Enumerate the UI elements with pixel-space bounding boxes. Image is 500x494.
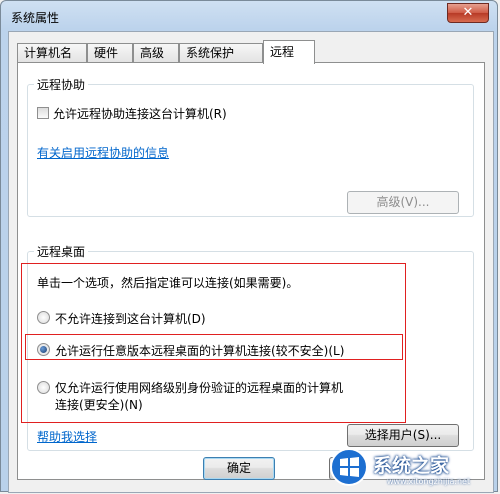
tab-remote[interactable]: 远程 [263, 40, 315, 64]
dialog-client: 计算机名 硬件 高级 系统保护 远程 远程协助 允许远程协助连接这台计算机(R)… [8, 31, 494, 493]
highlight-box-selected-option [25, 334, 403, 360]
window-title: 系统属性 [11, 11, 60, 25]
tab-advanced[interactable]: 高级 [133, 43, 179, 62]
close-button[interactable]: ✕ [447, 3, 489, 23]
system-properties-window: 系统属性 ✕ 计算机名 硬件 高级 系统保护 远程 远程协助 允许远程协助连接这… [0, 0, 498, 493]
advanced-button[interactable]: 高级(V)... [347, 191, 459, 214]
windows-logo-icon [330, 448, 368, 486]
ok-button[interactable]: 确定 [203, 457, 275, 480]
watermark-url: www.xitongzhijia.net [387, 477, 471, 486]
remote-desktop-title: 远程桌面 [34, 243, 89, 260]
tab-system-protection[interactable]: 系统保护 [179, 43, 263, 62]
watermark: 系统之家 www.xitongzhijia.net [327, 441, 497, 491]
title-bar[interactable]: 系统属性 ✕ [1, 1, 497, 31]
remote-assistance-title: 远程协助 [34, 76, 89, 93]
remote-assistance-group: 远程协助 允许远程协助连接这台计算机(R) 有关启用远程协助的信息 高级(V).… [27, 76, 474, 217]
help-me-choose-link[interactable]: 帮助我选择 [37, 428, 97, 445]
tab-hardware[interactable]: 硬件 [87, 43, 133, 62]
remote-desktop-group: 远程桌面 单击一个选项，然后指定谁可以连接(如果需要)。 不允许连接到这台计算机… [21, 243, 474, 451]
remote-tab-panel: 远程协助 允许远程协助连接这台计算机(R) 有关启用远程协助的信息 高级(V).… [17, 62, 485, 480]
allow-remote-assistance-checkbox[interactable] [37, 107, 49, 119]
tab-computer-name[interactable]: 计算机名 [17, 43, 87, 62]
close-icon: ✕ [462, 5, 474, 20]
watermark-text: 系统之家 [373, 455, 450, 477]
remote-assistance-info-link[interactable]: 有关启用远程协助的信息 [37, 144, 169, 161]
allow-remote-assistance-label[interactable]: 允许远程协助连接这台计算机(R) [53, 105, 227, 122]
